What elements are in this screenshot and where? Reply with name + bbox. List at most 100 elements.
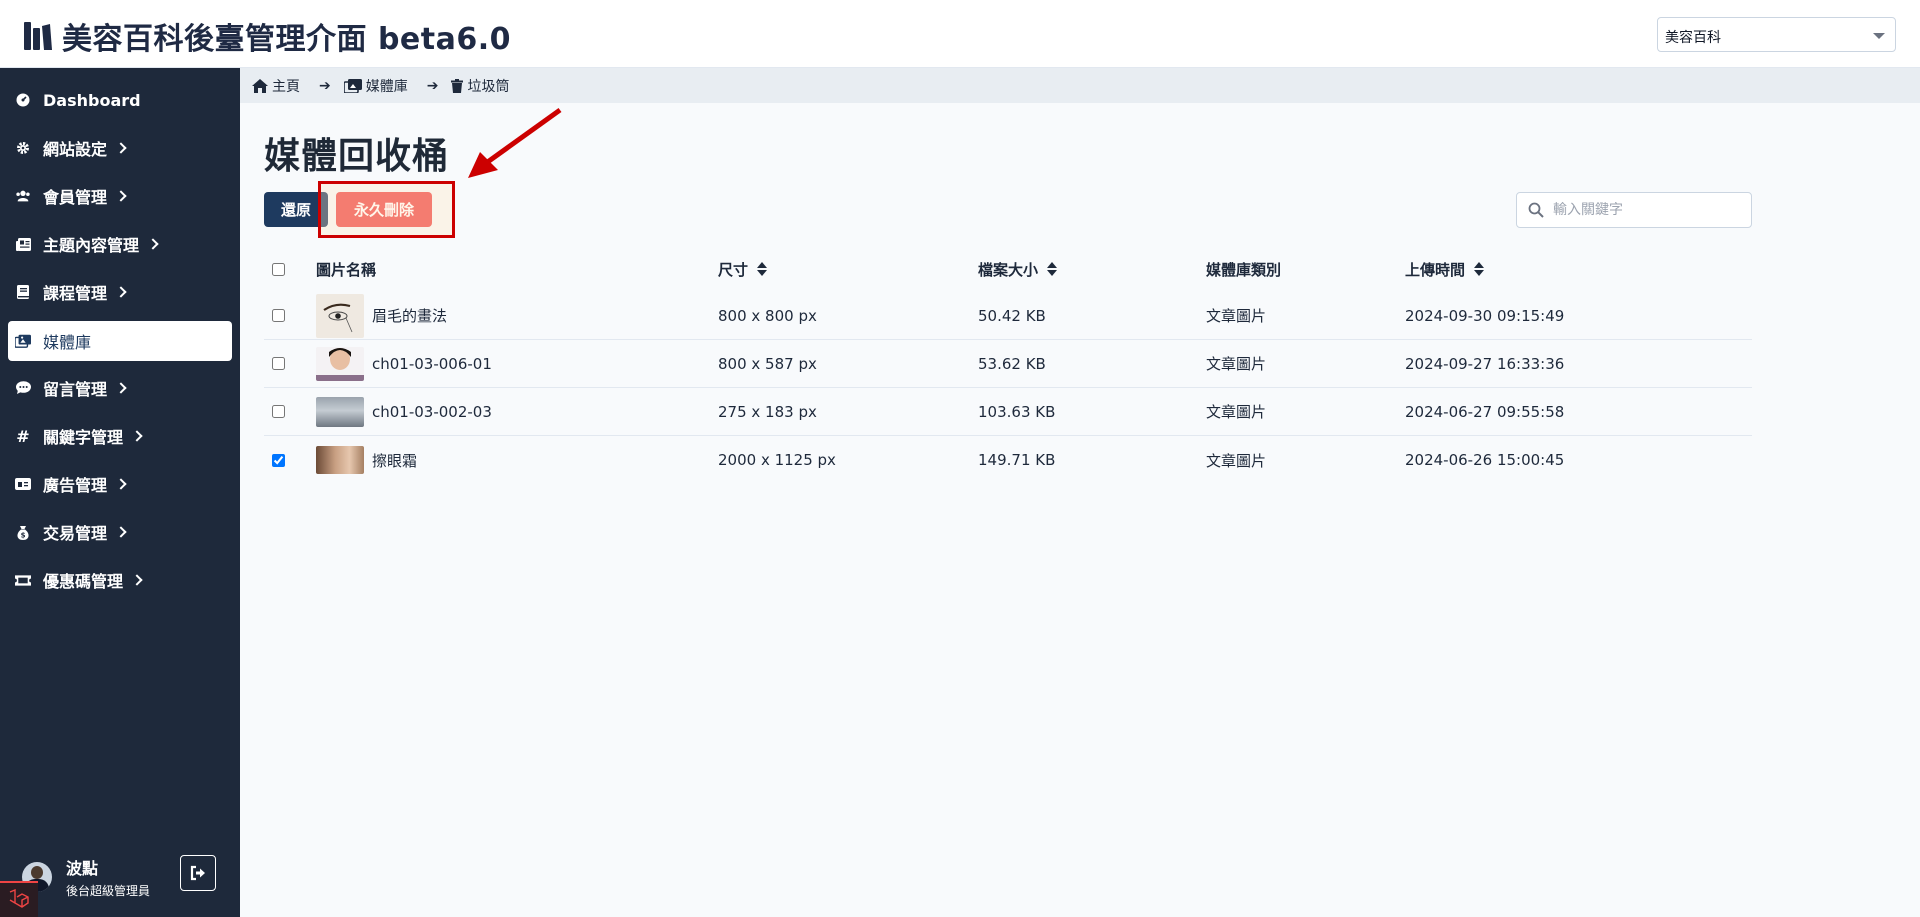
- breadcrumb-home[interactable]: 主頁: [252, 76, 300, 96]
- column-header-dimensions[interactable]: 尺寸: [718, 249, 768, 289]
- chevron-right-icon: [115, 286, 127, 298]
- search-box[interactable]: [1516, 192, 1752, 228]
- chevron-right-icon: [115, 478, 127, 490]
- current-user: 波點 後台超級管理員: [22, 855, 150, 899]
- app-title: 美容百科後臺管理介面 beta6.0: [62, 22, 511, 57]
- sidebar-item-label: 留言管理: [43, 380, 108, 399]
- media-name: 擦眼霜: [372, 451, 418, 470]
- image-thumbnail: [316, 293, 364, 338]
- chevron-right-icon: [131, 574, 143, 586]
- media-dimensions: 275 x 183 px: [718, 402, 817, 421]
- media-dimensions: 800 x 800 px: [718, 306, 817, 325]
- sidebar-item-content[interactable]: 主題內容管理: [8, 225, 232, 263]
- row-checkbox[interactable]: [272, 357, 285, 370]
- images-icon: [15, 333, 31, 349]
- media-name: 眉毛的畫法: [372, 307, 448, 325]
- home-icon: [252, 78, 268, 93]
- sidebar-item-label: 關鍵字管理: [43, 428, 124, 447]
- media-uploaded: 2024-06-26 15:00:45: [1405, 451, 1565, 469]
- sidebar-item-label: 主題內容管理: [43, 236, 140, 255]
- caret-down-icon: [1873, 33, 1885, 39]
- media-category: 文章圖片: [1206, 403, 1267, 421]
- trash-icon: [451, 78, 464, 93]
- column-header-uploaded[interactable]: 上傳時間: [1405, 249, 1485, 289]
- image-thumbnail: [316, 346, 364, 381]
- restore-button[interactable]: 還原: [264, 192, 328, 227]
- media-filesize: 103.63 KB: [978, 402, 1056, 421]
- ticket-icon: [15, 572, 31, 588]
- table-row[interactable]: ch01-03-002-03 275 x 183 px 103.63 KB 文章…: [264, 388, 1752, 436]
- table-row[interactable]: ch01-03-006-01 800 x 587 px 53.62 KB 文章圖…: [264, 340, 1752, 388]
- sidebar-item-media-library[interactable]: 媒體庫: [8, 321, 232, 361]
- breadcrumb-media-library[interactable]: 媒體庫: [343, 76, 408, 96]
- chevron-right-icon: [115, 382, 127, 394]
- media-category: 文章圖片: [1206, 451, 1267, 470]
- image-thumbnail: [316, 446, 364, 474]
- laravel-debug-icon[interactable]: [0, 881, 38, 917]
- sort-icon: [1047, 262, 1058, 276]
- media-dimensions: 2000 x 1125 px: [718, 451, 836, 469]
- chevron-right-icon: [115, 526, 127, 538]
- images-icon: [343, 78, 362, 93]
- svg-text:$: $: [21, 531, 26, 539]
- sidebar-item-comments[interactable]: 留言管理: [8, 369, 232, 407]
- media-uploaded: 2024-09-27 16:33:36: [1405, 354, 1565, 373]
- chevron-right-icon: [131, 430, 143, 442]
- arrow-right-icon: ➔: [426, 77, 439, 94]
- breadcrumb-label: 媒體庫: [365, 78, 408, 95]
- comment-icon: [15, 380, 31, 396]
- search-input[interactable]: [1553, 202, 1743, 218]
- user-role: 後台超級管理員: [66, 884, 151, 898]
- logout-button[interactable]: [180, 855, 216, 891]
- sort-icon: [1474, 262, 1485, 276]
- sidebar-item-label: 交易管理: [43, 524, 108, 543]
- chevron-right-icon: [115, 190, 127, 202]
- column-header-category: 媒體庫類別: [1206, 260, 1282, 279]
- sidebar-item-transactions[interactable]: $ 交易管理: [8, 513, 232, 551]
- media-name: ch01-03-006-01: [372, 354, 492, 373]
- table-header: 圖片名稱 尺寸 檔案大小 媒體庫類別 上傳時間: [264, 249, 1752, 289]
- media-dimensions: 800 x 587 px: [718, 354, 817, 373]
- search-icon: [1528, 202, 1544, 218]
- dashboard-icon: [15, 92, 31, 108]
- sidebar-item-label: 廣告管理: [43, 476, 108, 495]
- sidebar-item-coupons[interactable]: 優惠碼管理: [8, 561, 232, 599]
- money-bag-icon: $: [15, 524, 31, 540]
- book-icon: [15, 284, 31, 300]
- sidebar-item-members[interactable]: 會員管理: [8, 177, 232, 215]
- sidebar-item-site-settings[interactable]: 網站設定: [8, 129, 232, 167]
- gear-icon: [15, 140, 31, 156]
- sidebar-item-ads[interactable]: 廣告管理: [8, 465, 232, 503]
- annotation-arrow-icon: [468, 107, 562, 178]
- breadcrumb-label: 垃圾筒: [467, 78, 510, 95]
- sidebar-item-label: 優惠碼管理: [43, 572, 124, 591]
- row-checkbox[interactable]: [272, 405, 285, 418]
- table-row[interactable]: 擦眼霜 2000 x 1125 px 149.71 KB 文章圖片 2024-0…: [264, 436, 1752, 484]
- hashtag-icon: #: [16, 426, 30, 446]
- column-header-filesize[interactable]: 檔案大小: [978, 249, 1058, 289]
- site-selector-value: 美容百科: [1665, 30, 1721, 46]
- arrow-right-icon: ➔: [319, 77, 331, 94]
- sidebar-item-label: Dashboard: [43, 90, 141, 110]
- breadcrumb-label: 主頁: [272, 78, 300, 95]
- sidebar-item-dashboard[interactable]: Dashboard: [8, 81, 232, 119]
- column-header-name: 圖片名稱: [316, 260, 377, 279]
- permanent-delete-button[interactable]: 永久刪除: [336, 192, 432, 227]
- site-selector[interactable]: 美容百科: [1657, 17, 1896, 52]
- sidebar-item-keywords[interactable]: # 關鍵字管理: [8, 417, 232, 455]
- brand[interactable]: 美容百科後臺管理介面 beta6.0: [22, 14, 511, 58]
- sidebar-item-label: 課程管理: [43, 284, 108, 303]
- sort-icon: [757, 262, 768, 276]
- media-name: ch01-03-002-03: [372, 402, 492, 421]
- brand-logo-icon: [24, 22, 52, 50]
- table-row[interactable]: 眉毛的畫法 800 x 800 px 50.42 KB 文章圖片 2024-09…: [264, 292, 1752, 340]
- select-all-checkbox[interactable]: [272, 262, 285, 276]
- logout-icon: [190, 865, 205, 881]
- row-checkbox[interactable]: [272, 309, 285, 322]
- sidebar-item-courses[interactable]: 課程管理: [8, 273, 232, 311]
- newspaper-icon: [15, 236, 31, 252]
- row-checkbox[interactable]: [272, 453, 285, 467]
- chevron-right-icon: [115, 142, 127, 154]
- media-category: 文章圖片: [1206, 355, 1267, 373]
- breadcrumb-trash: 垃圾筒: [451, 76, 509, 96]
